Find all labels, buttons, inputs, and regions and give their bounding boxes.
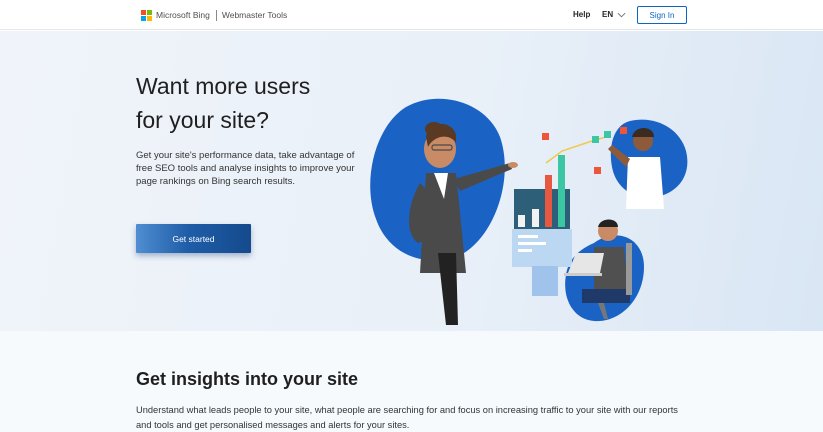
chart-panel [512, 229, 572, 267]
brand-name: Microsoft Bing [156, 10, 210, 20]
microsoft-logo-icon [141, 9, 152, 21]
brand-separator [215, 9, 217, 21]
help-link[interactable]: Help [573, 10, 590, 19]
chevron-down-icon [617, 12, 626, 17]
get-started-button[interactable]: Get started [136, 224, 251, 253]
chart-bar [518, 215, 525, 227]
brand-logo-link[interactable]: Microsoft Bing Webmaster Tools [141, 9, 287, 21]
insights-section: Get insights into your site Understand w… [0, 331, 823, 432]
product-name: Webmaster Tools [221, 10, 288, 20]
hero-illustration [370, 98, 688, 325]
insights-description: Understand what leads people to your sit… [136, 405, 678, 430]
hero-title-line-1: Want more users [136, 73, 311, 99]
language-selector[interactable]: EN [602, 10, 626, 19]
top-header: Microsoft Bing Webmaster Tools Help EN S… [0, 0, 823, 30]
sign-in-button[interactable]: Sign In [637, 6, 687, 24]
language-label: EN [602, 10, 614, 19]
hero-title: Want more users for your site? [136, 69, 396, 137]
hero-description: Get your site's performance data, take a… [136, 150, 355, 187]
insights-title: Get insights into your site [136, 369, 359, 389]
chart-bar [532, 209, 539, 227]
chart-bar [558, 155, 565, 227]
chart-bar [545, 175, 552, 227]
hero-section: Want more users for your site? Get your … [0, 31, 823, 331]
hero-title-line-2: for your site? [136, 107, 269, 133]
